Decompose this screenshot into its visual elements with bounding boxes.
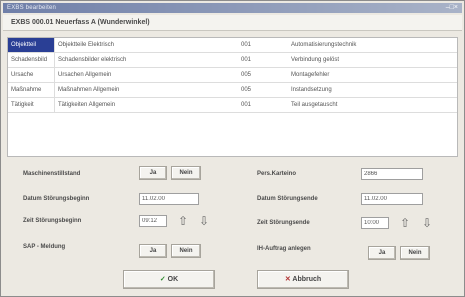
check-icon: ✓ bbox=[159, 276, 168, 283]
zeit-ende-label: Zeit Störungsende bbox=[257, 220, 310, 226]
maschinenstillstand-ja-button[interactable]: Ja bbox=[139, 166, 167, 180]
datum-beginn-label: Datum Störungsbeginn bbox=[23, 196, 90, 202]
window-controls[interactable]: –□× bbox=[446, 3, 458, 13]
grid-cell-code: 001 bbox=[241, 102, 252, 108]
abbruch-label: Abbruch bbox=[292, 276, 322, 283]
maschinenstillstand-label: Maschinenstillstand bbox=[23, 171, 81, 177]
sap-nein-button[interactable]: Nein bbox=[171, 244, 201, 258]
title-bar: EXBS bearbeiten –□× bbox=[3, 3, 462, 13]
zeit-beginn-field[interactable] bbox=[139, 215, 167, 227]
grid-cell-text: Verbindung gelöst bbox=[291, 57, 340, 63]
arrow-up-icon[interactable]: ⇧ bbox=[176, 213, 190, 229]
ih-auftrag-label: IH-Auftrag anlegen bbox=[257, 246, 311, 252]
sap-ja-button[interactable]: Ja bbox=[139, 244, 167, 258]
arrow-down-icon[interactable]: ⇩ bbox=[197, 213, 211, 229]
grid-cell-text: Automatisierungstechnik bbox=[291, 42, 357, 48]
grid-cell-category: Schadensbild bbox=[8, 53, 55, 67]
grid-row[interactable]: Tätigkeit Tätigkeiten Allgemein 001 Teil… bbox=[8, 98, 457, 113]
grid-row[interactable]: Objektteil Objektteile Elektrisch 001 Au… bbox=[8, 38, 457, 53]
grid-cell-group: Ursachen Allgemein bbox=[58, 72, 112, 78]
grid-cell-text: Teil ausgetauscht bbox=[291, 102, 338, 108]
ih-auftrag-nein-button[interactable]: Nein bbox=[400, 246, 430, 260]
grid-row[interactable]: Maßnahme Maßnahmen Allgemein 005 Instand… bbox=[8, 83, 457, 98]
classification-grid: Objektteil Objektteile Elektrisch 001 Au… bbox=[7, 37, 458, 157]
dialog-header: EXBS 000.01 Neuerfass A (Wunderwinkel) bbox=[3, 15, 462, 31]
grid-cell-code: 001 bbox=[241, 42, 252, 48]
arrow-down-icon[interactable]: ⇩ bbox=[420, 215, 434, 231]
pers-karteino-field[interactable] bbox=[361, 168, 423, 180]
grid-cell-text: Instandsetzung bbox=[291, 87, 332, 93]
ok-button[interactable]: ✓ OK bbox=[123, 270, 215, 289]
grid-cell-code: 001 bbox=[241, 57, 252, 63]
grid-cell-group: Tätigkeiten Allgemein bbox=[58, 102, 116, 108]
grid-cell-category: Maßnahme bbox=[8, 83, 55, 97]
sap-meldung-label: SAP - Meldung bbox=[23, 244, 66, 250]
datum-ende-label: Datum Störungsende bbox=[257, 196, 318, 202]
arrow-up-icon[interactable]: ⇧ bbox=[398, 215, 412, 231]
grid-row[interactable]: Ursache Ursachen Allgemein 005 Montagefe… bbox=[8, 68, 457, 83]
grid-cell-code: 005 bbox=[241, 87, 252, 93]
grid-cell-group: Maßnahmen Allgemein bbox=[58, 87, 120, 93]
grid-cell-code: 005 bbox=[241, 72, 252, 78]
grid-row[interactable]: Schadensbild Schadensbilder elektrisch 0… bbox=[8, 53, 457, 68]
ih-auftrag-ja-button[interactable]: Ja bbox=[368, 246, 396, 260]
grid-cell-group: Schadensbilder elektrisch bbox=[58, 57, 127, 63]
abbruch-button[interactable]: ✕ Abbruch bbox=[257, 270, 349, 289]
grid-cell-group: Objektteile Elektrisch bbox=[58, 42, 115, 48]
grid-cell-text: Montagefehler bbox=[291, 72, 330, 78]
maschinenstillstand-nein-button[interactable]: Nein bbox=[171, 166, 201, 180]
zeit-ende-field[interactable] bbox=[361, 217, 389, 229]
pers-karteino-label: Pers.Karteino bbox=[257, 171, 297, 177]
zeit-beginn-label: Zeit Störungsbeginn bbox=[23, 218, 82, 224]
ok-label: OK bbox=[167, 276, 179, 283]
datum-beginn-field[interactable] bbox=[139, 193, 199, 205]
window-title: EXBS bearbeiten bbox=[7, 5, 57, 11]
grid-cell-category: Objektteil bbox=[8, 38, 55, 52]
dialog-heading: EXBS 000.01 Neuerfass A (Wunderwinkel) bbox=[11, 19, 150, 26]
grid-cell-category: Tätigkeit bbox=[8, 98, 55, 112]
datum-ende-field[interactable] bbox=[361, 193, 423, 205]
grid-cell-category: Ursache bbox=[8, 68, 55, 82]
dialog-window: EXBS bearbeiten –□× EXBS 000.01 Neuerfas… bbox=[0, 0, 465, 297]
